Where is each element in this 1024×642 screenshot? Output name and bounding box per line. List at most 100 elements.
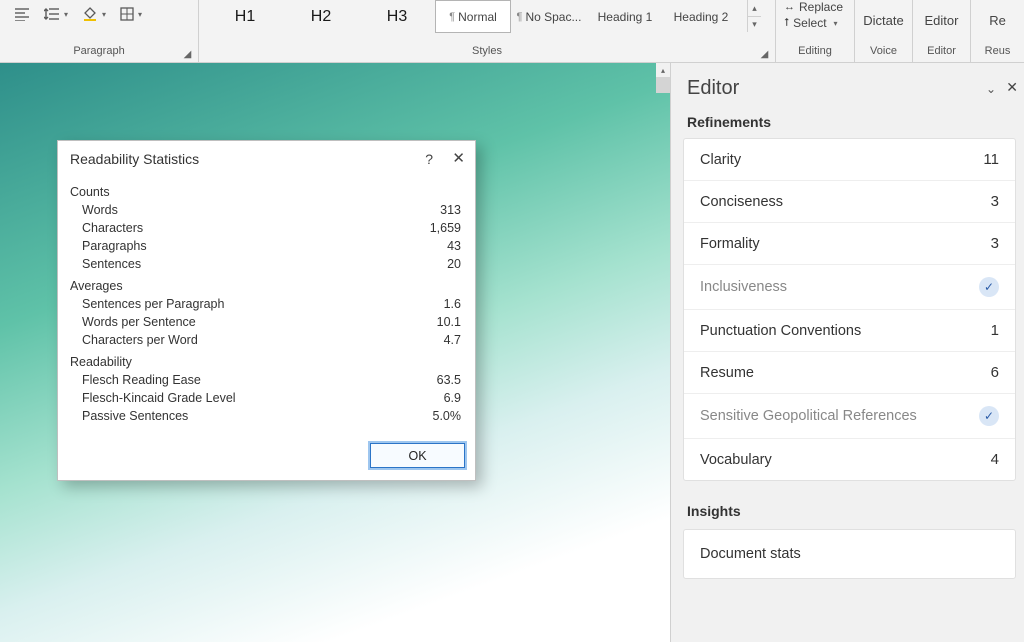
dictate-button[interactable]: Dictate <box>855 0 912 40</box>
label-spp: Sentences per Paragraph <box>82 297 224 311</box>
label-cpw: Characters per Word <box>82 333 198 347</box>
check-icon: ✓ <box>979 277 999 297</box>
group-label-voice: Voice <box>855 45 912 63</box>
refinement-item[interactable]: Sensitive Geopolitical References ✓ <box>684 394 1015 439</box>
borders-icon[interactable] <box>120 7 134 21</box>
value-paras: 43 <box>447 239 461 253</box>
refinement-count: 11 <box>983 151 999 168</box>
label-fre: Flesch Reading Ease <box>82 373 201 387</box>
refinement-count: 3 <box>991 193 999 210</box>
cursor-icon: ⭡ <box>784 17 789 30</box>
label-sents: Sentences <box>82 257 141 271</box>
ribbon-group-paragraph: ▾ ▾ ▾ Paragraph ◢ <box>0 0 199 63</box>
dialog-close-button[interactable]: ✕ <box>452 149 465 167</box>
value-pas: 5.0% <box>433 409 462 423</box>
value-words: 313 <box>440 203 461 217</box>
select-label: Select <box>793 16 826 30</box>
style-nospacing-label: No Spac... <box>525 10 581 24</box>
style-normal-label: Normal <box>458 10 497 24</box>
pilcrow-icon: ¶ <box>517 11 523 23</box>
ribbon: ▾ ▾ ▾ Paragraph ◢ H1 H2 H3 ¶Normal ¶No S… <box>0 0 1024 63</box>
style-heading2[interactable]: Heading 2 <box>663 0 739 33</box>
editor-pane-title: Editor <box>687 77 739 100</box>
label-paras: Paragraphs <box>82 239 147 253</box>
insights-heading: Insights <box>683 503 1016 529</box>
document-canvas: ▴ Readability Statistics ? ✕ Counts Word… <box>0 63 670 642</box>
value-fre: 63.5 <box>437 373 461 387</box>
replace-icon: ↔ <box>784 1 795 13</box>
refinements-list: Clarity 11 Conciseness3 Formality 3 Inclusive… <box>683 138 1016 481</box>
label-fkg: Flesch-Kincaid Grade Level <box>82 391 236 405</box>
ribbon-group-editing: ↔ Replace ⭡ Select ▾ Editing <box>776 0 855 63</box>
chevron-down-icon[interactable]: ▾ <box>64 10 68 19</box>
value-spp: 1.6 <box>444 297 461 311</box>
shading-icon[interactable] <box>82 6 98 22</box>
scroll-up-button[interactable]: ▴ <box>656 63 670 77</box>
gallery-more[interactable]: ▾ <box>747 16 761 32</box>
group-label-paragraph: Paragraph <box>0 45 198 63</box>
refinement-item[interactable]: Clarity 11 <box>684 139 1015 181</box>
label-wps: Words per Sentence <box>82 315 196 329</box>
style-no-spacing[interactable]: ¶No Spac... <box>511 0 587 33</box>
align-left-icon[interactable] <box>14 7 30 21</box>
replace-label: Replace <box>799 0 843 14</box>
line-spacing-icon[interactable] <box>44 7 60 21</box>
dialog-help-button[interactable]: ? <box>425 151 433 167</box>
document-stats-button[interactable]: Document stats <box>683 529 1016 579</box>
editor-close-button[interactable]: ✕ <box>1006 79 1018 96</box>
refinement-label: Punctuation Conventions <box>700 323 861 339</box>
ribbon-group-reuse: Re Reus <box>971 0 1024 63</box>
refinement-item[interactable]: Conciseness3 <box>684 181 1015 223</box>
editor-button[interactable]: Editor <box>913 0 970 40</box>
refinement-label: Resume <box>700 365 754 381</box>
value-sents: 20 <box>447 257 461 271</box>
reuse-button[interactable]: Re <box>971 0 1024 40</box>
ok-button[interactable]: OK <box>370 443 465 468</box>
value-chars: 1,659 <box>430 221 461 235</box>
refinement-count: 1 <box>991 322 999 339</box>
value-cpw: 4.7 <box>444 333 461 347</box>
group-label-editing: Editing <box>776 45 854 63</box>
dialog-launcher-icon[interactable]: ◢ <box>181 48 194 61</box>
chevron-down-icon[interactable]: ▾ <box>138 10 142 19</box>
style-normal[interactable]: ¶Normal <box>435 0 511 33</box>
section-readability: Readability <box>70 349 463 371</box>
style-h3[interactable]: H3 <box>359 0 435 33</box>
scrollbar-thumb[interactable] <box>656 77 670 93</box>
refinements-heading: Refinements <box>683 114 1016 138</box>
check-icon: ✓ <box>979 406 999 426</box>
chevron-down-icon[interactable]: ▾ <box>102 10 106 19</box>
style-h1[interactable]: H1 <box>207 0 283 33</box>
pilcrow-icon: ¶ <box>449 11 455 23</box>
replace-button[interactable]: ↔ Replace <box>784 0 843 14</box>
refinement-item[interactable]: Inclusiveness✓ <box>684 265 1015 310</box>
readability-dialog: Readability Statistics ? ✕ Counts Words3… <box>57 140 476 481</box>
chevron-down-icon[interactable]: ▾ <box>834 19 838 28</box>
group-label-reuse: Reus <box>971 45 1024 63</box>
gallery-scroll-up[interactable]: ▴ <box>747 0 761 16</box>
select-button[interactable]: ⭡ Select ▾ <box>784 16 843 30</box>
refinement-item[interactable]: Punctuation Conventions 1 <box>684 310 1015 352</box>
dialog-title: Readability Statistics <box>70 151 199 167</box>
refinement-label: Clarity <box>700 152 741 168</box>
refinement-count: 6 <box>991 364 999 381</box>
section-averages: Averages <box>70 273 463 295</box>
refinement-item[interactable]: Formality 3 <box>684 223 1015 265</box>
ribbon-group-editor: Editor Editor <box>913 0 971 63</box>
refinement-count: 4 <box>991 451 999 468</box>
refinement-item[interactable]: Vocabulary4 <box>684 439 1015 480</box>
style-heading1[interactable]: Heading 1 <box>587 0 663 33</box>
editor-collapse-button[interactable]: ⌄ <box>986 82 996 96</box>
refinement-label: Sensitive Geopolitical References <box>700 408 917 424</box>
label-words: Words <box>82 203 118 217</box>
style-h2[interactable]: H2 <box>283 0 359 33</box>
ribbon-group-voice: Dictate Voice <box>855 0 913 63</box>
refinement-count: 3 <box>991 235 999 252</box>
editor-pane: Editor ⌄ ✕ Refinements Clarity 11 Concisen… <box>670 63 1024 642</box>
refinement-label: Formality <box>700 236 760 252</box>
value-fkg: 6.9 <box>444 391 461 405</box>
group-label-editor: Editor <box>913 45 970 63</box>
refinement-item[interactable]: Resume 6 <box>684 352 1015 394</box>
ribbon-group-styles: H1 H2 H3 ¶Normal ¶No Spac... Heading 1 H… <box>199 0 776 63</box>
dialog-launcher-icon[interactable]: ◢ <box>758 48 771 61</box>
